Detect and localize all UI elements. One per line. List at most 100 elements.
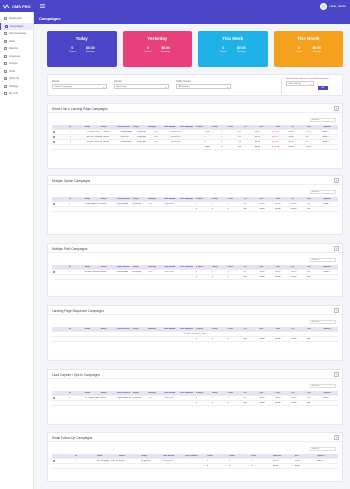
search-input[interactable]: Search: <box>310 118 336 122</box>
sidebar-item-my-link[interactable]: My Link <box>0 90 33 98</box>
column-header[interactable]: Group <box>131 392 147 394</box>
column-header[interactable]: Cost <box>274 198 290 200</box>
column-header[interactable]: CR <box>243 198 259 200</box>
column-header[interactable]: Bidding <box>147 198 163 200</box>
menu-toggle-icon[interactable] <box>40 3 45 8</box>
column-header[interactable]: Rev <box>259 198 275 200</box>
column-header[interactable]: Visitors <box>195 198 211 200</box>
sidebar-item-tools[interactable]: Tools <box>0 68 33 76</box>
column-header[interactable]: Leads <box>211 392 227 394</box>
column-header[interactable]: Conv. <box>227 126 243 128</box>
column-header[interactable]: Clicks <box>211 266 227 268</box>
column-header[interactable]: CR <box>243 392 259 394</box>
column-header[interactable]: ID <box>68 126 84 128</box>
column-header[interactable]: ROI <box>306 266 322 268</box>
sidebar-item-add-campaign[interactable]: Add Campaign <box>0 30 33 38</box>
sidebar-item-creatives[interactable]: Creatives <box>0 53 33 61</box>
column-header[interactable]: Date Added <box>163 392 179 394</box>
column-header[interactable]: ROI <box>306 392 322 394</box>
add-icon[interactable]: + <box>334 435 339 440</box>
column-header[interactable]: Group <box>131 126 147 128</box>
search-input[interactable]: Search: <box>310 384 336 388</box>
column-header[interactable]: Conv. <box>227 392 243 394</box>
column-header[interactable]: ID <box>68 392 84 394</box>
column-header[interactable]: P/L <box>290 266 306 268</box>
search-input[interactable]: Search: <box>310 447 336 451</box>
column-header[interactable]: ID <box>68 198 84 200</box>
column-header[interactable]: Traffic Source <box>116 126 132 128</box>
column-header[interactable]: Rev <box>259 392 275 394</box>
column-header[interactable]: Name <box>96 455 118 457</box>
row-checkbox[interactable] <box>52 270 68 274</box>
column-header[interactable]: Group <box>131 266 147 268</box>
column-header[interactable]: Clicks <box>211 328 227 330</box>
sidebar-item-optimize[interactable]: Optimize <box>0 75 33 83</box>
column-header[interactable]: Date Added <box>163 198 179 200</box>
column-header[interactable]: Conv. <box>250 455 272 457</box>
add-icon[interactable]: + <box>334 178 339 183</box>
row-checkbox[interactable] <box>52 396 68 400</box>
row-checkbox[interactable] <box>52 140 69 144</box>
add-icon[interactable]: + <box>334 246 339 251</box>
column-header[interactable]: Status <box>100 266 116 268</box>
column-header[interactable]: ID <box>74 455 96 457</box>
column-header[interactable]: Date Added <box>163 328 179 330</box>
column-header[interactable]: Traffic Source <box>116 266 132 268</box>
column-header[interactable]: P/L <box>290 392 306 394</box>
column-header[interactable]: Bidding <box>147 126 163 128</box>
column-header[interactable]: ROI <box>306 328 322 330</box>
sidebar-item-stats[interactable]: Stats <box>0 38 33 46</box>
column-header[interactable]: Bidding <box>147 266 163 268</box>
column-header[interactable]: Rev <box>259 126 275 128</box>
column-header[interactable]: P/L <box>290 328 306 330</box>
column-header[interactable]: Last Updated <box>179 126 195 128</box>
column-header[interactable]: Visitors <box>195 392 211 394</box>
column-header[interactable]: Name <box>84 198 100 200</box>
column-header[interactable]: Visitors <box>195 266 211 268</box>
add-icon[interactable]: + <box>334 308 339 313</box>
column-header[interactable]: Name <box>84 126 100 128</box>
column-header[interactable]: Conv. <box>227 266 243 268</box>
search-input[interactable]: Search: <box>310 190 336 194</box>
column-header[interactable]: Clicks <box>211 198 227 200</box>
column-header[interactable]: Bidding <box>147 328 163 330</box>
add-icon[interactable]: + <box>334 106 339 111</box>
column-header[interactable]: Date Added <box>162 455 184 457</box>
column-header[interactable]: CR <box>243 328 259 330</box>
column-header[interactable]: Last Updated <box>179 266 195 268</box>
column-header[interactable]: Clicks <box>211 126 227 128</box>
column-header[interactable]: Conv. <box>227 328 243 330</box>
row-checkbox[interactable] <box>52 202 68 206</box>
period-select[interactable]: Select Campaigns ▾ <box>52 84 107 89</box>
column-header[interactable]: Bidding <box>147 392 163 394</box>
column-header[interactable]: Cost <box>274 266 290 268</box>
column-header[interactable]: Options <box>322 266 338 268</box>
sidebar-item-reports[interactable]: Reports <box>0 45 33 53</box>
column-header[interactable]: Status <box>100 126 116 128</box>
column-header[interactable]: Clicks <box>206 455 228 457</box>
column-header[interactable]: Options <box>322 328 338 330</box>
add-icon[interactable]: + <box>334 372 339 377</box>
column-header[interactable]: Status <box>100 328 116 330</box>
column-header[interactable]: Conv. <box>227 198 243 200</box>
column-header[interactable]: Cost <box>274 328 290 330</box>
go-button[interactable]: GO <box>318 85 328 90</box>
search-input[interactable]: Search: <box>310 258 336 262</box>
column-header[interactable]: Options <box>322 126 338 128</box>
column-header[interactable]: Status <box>100 198 116 200</box>
column-header[interactable]: CR <box>243 126 259 128</box>
column-header[interactable]: Rev <box>259 266 275 268</box>
sidebar-item-groups[interactable]: Groups <box>0 60 33 68</box>
status-select[interactable]: All Statuses ▾ <box>176 84 231 89</box>
column-header[interactable]: Status <box>100 392 116 394</box>
user-menu[interactable]: Hello, admin <box>320 2 346 10</box>
column-header[interactable]: ROI <box>306 126 322 128</box>
column-header[interactable]: Group <box>131 328 147 330</box>
column-header[interactable]: Options <box>316 455 338 457</box>
bulk-action-select[interactable]: Select Action ▾ <box>286 81 314 86</box>
column-header[interactable]: Date Added <box>163 126 179 128</box>
row-checkbox[interactable] <box>52 130 69 134</box>
column-header[interactable]: Options <box>322 392 338 394</box>
search-input[interactable]: Search: <box>310 320 336 324</box>
logo[interactable]: CMS PRO <box>3 2 31 10</box>
